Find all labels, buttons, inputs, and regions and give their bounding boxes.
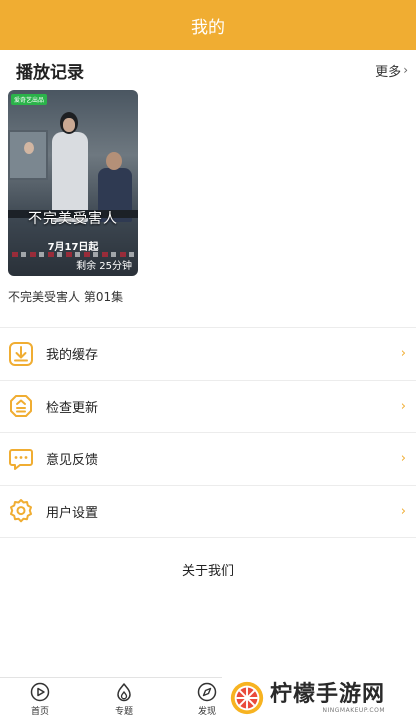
- poster-title: 不完美受害人: [28, 211, 118, 227]
- episode-label: 不完美受害人 第01集: [8, 290, 124, 304]
- history-card[interactable]: 爱奇艺出品 不完美受害人 7月17日起 剩余 25分钟 不完美受害人 第01集: [8, 90, 138, 305]
- menu-label-cache: 我的缓存: [46, 348, 99, 364]
- tab-label-home: 首页: [30, 707, 49, 717]
- download-icon: [8, 341, 34, 367]
- menu-label-settings: 用户设置: [46, 505, 99, 521]
- poster-badge: 爱奇艺出品: [11, 94, 48, 105]
- topic-icon: [117, 683, 131, 702]
- app-header: 我的: [0, 0, 416, 50]
- poster-date: 7月17日起: [47, 242, 99, 253]
- play-circle-icon: [30, 682, 50, 702]
- more-label: 更多: [375, 64, 402, 80]
- update-icon: [8, 393, 34, 419]
- chevron-right-icon: ›: [400, 503, 406, 519]
- menu-label-feedback: 意见反馈: [46, 453, 99, 469]
- tab-topic[interactable]: 专题: [104, 682, 144, 717]
- menu-item-feedback[interactable]: 意见反馈 ›: [0, 433, 416, 486]
- history-section-header: 播放记录 更多 ›: [0, 50, 416, 90]
- chevron-right-icon: ›: [400, 451, 406, 467]
- settings-icon: [8, 498, 34, 524]
- compass-icon: [197, 682, 217, 702]
- tab-home[interactable]: 首页: [20, 682, 60, 717]
- chevron-right-icon: ›: [403, 63, 408, 77]
- watermark-title: 柠檬手游网: [270, 681, 386, 707]
- remaining-time: 剩余 25分钟: [76, 261, 132, 272]
- chevron-right-icon: ›: [400, 346, 406, 362]
- about-us-link[interactable]: 关于我们: [0, 560, 416, 579]
- menu-label-update: 检查更新: [46, 400, 99, 416]
- menu-item-update[interactable]: 检查更新 ›: [0, 381, 416, 433]
- lemon-logo-icon: [230, 681, 264, 715]
- chevron-right-icon: ›: [400, 398, 406, 414]
- more-link[interactable]: 更多 ›: [375, 61, 408, 80]
- watermark-subtitle: NINGMAKEUP.COM: [322, 706, 386, 714]
- page-title: 我的: [191, 17, 225, 38]
- video-poster[interactable]: 爱奇艺出品 不完美受害人 7月17日起 剩余 25分钟: [8, 90, 138, 276]
- feedback-icon: [8, 446, 34, 472]
- history-title: 播放记录: [16, 62, 84, 83]
- poster-window: [8, 130, 48, 180]
- tab-label-topic: 专题: [114, 707, 133, 717]
- tab-discover[interactable]: 发现: [187, 682, 227, 717]
- menu-item-cache[interactable]: 我的缓存 ›: [0, 328, 416, 381]
- menu-item-settings[interactable]: 用户设置 ›: [0, 486, 416, 538]
- site-watermark: 柠檬手游网 NINGMAKEUP.COM: [222, 676, 416, 720]
- settings-menu: 我的缓存 › 检查更新 › 意见反馈 › 用户设置 ›: [0, 328, 416, 538]
- tab-label-discover: 发现: [197, 707, 216, 717]
